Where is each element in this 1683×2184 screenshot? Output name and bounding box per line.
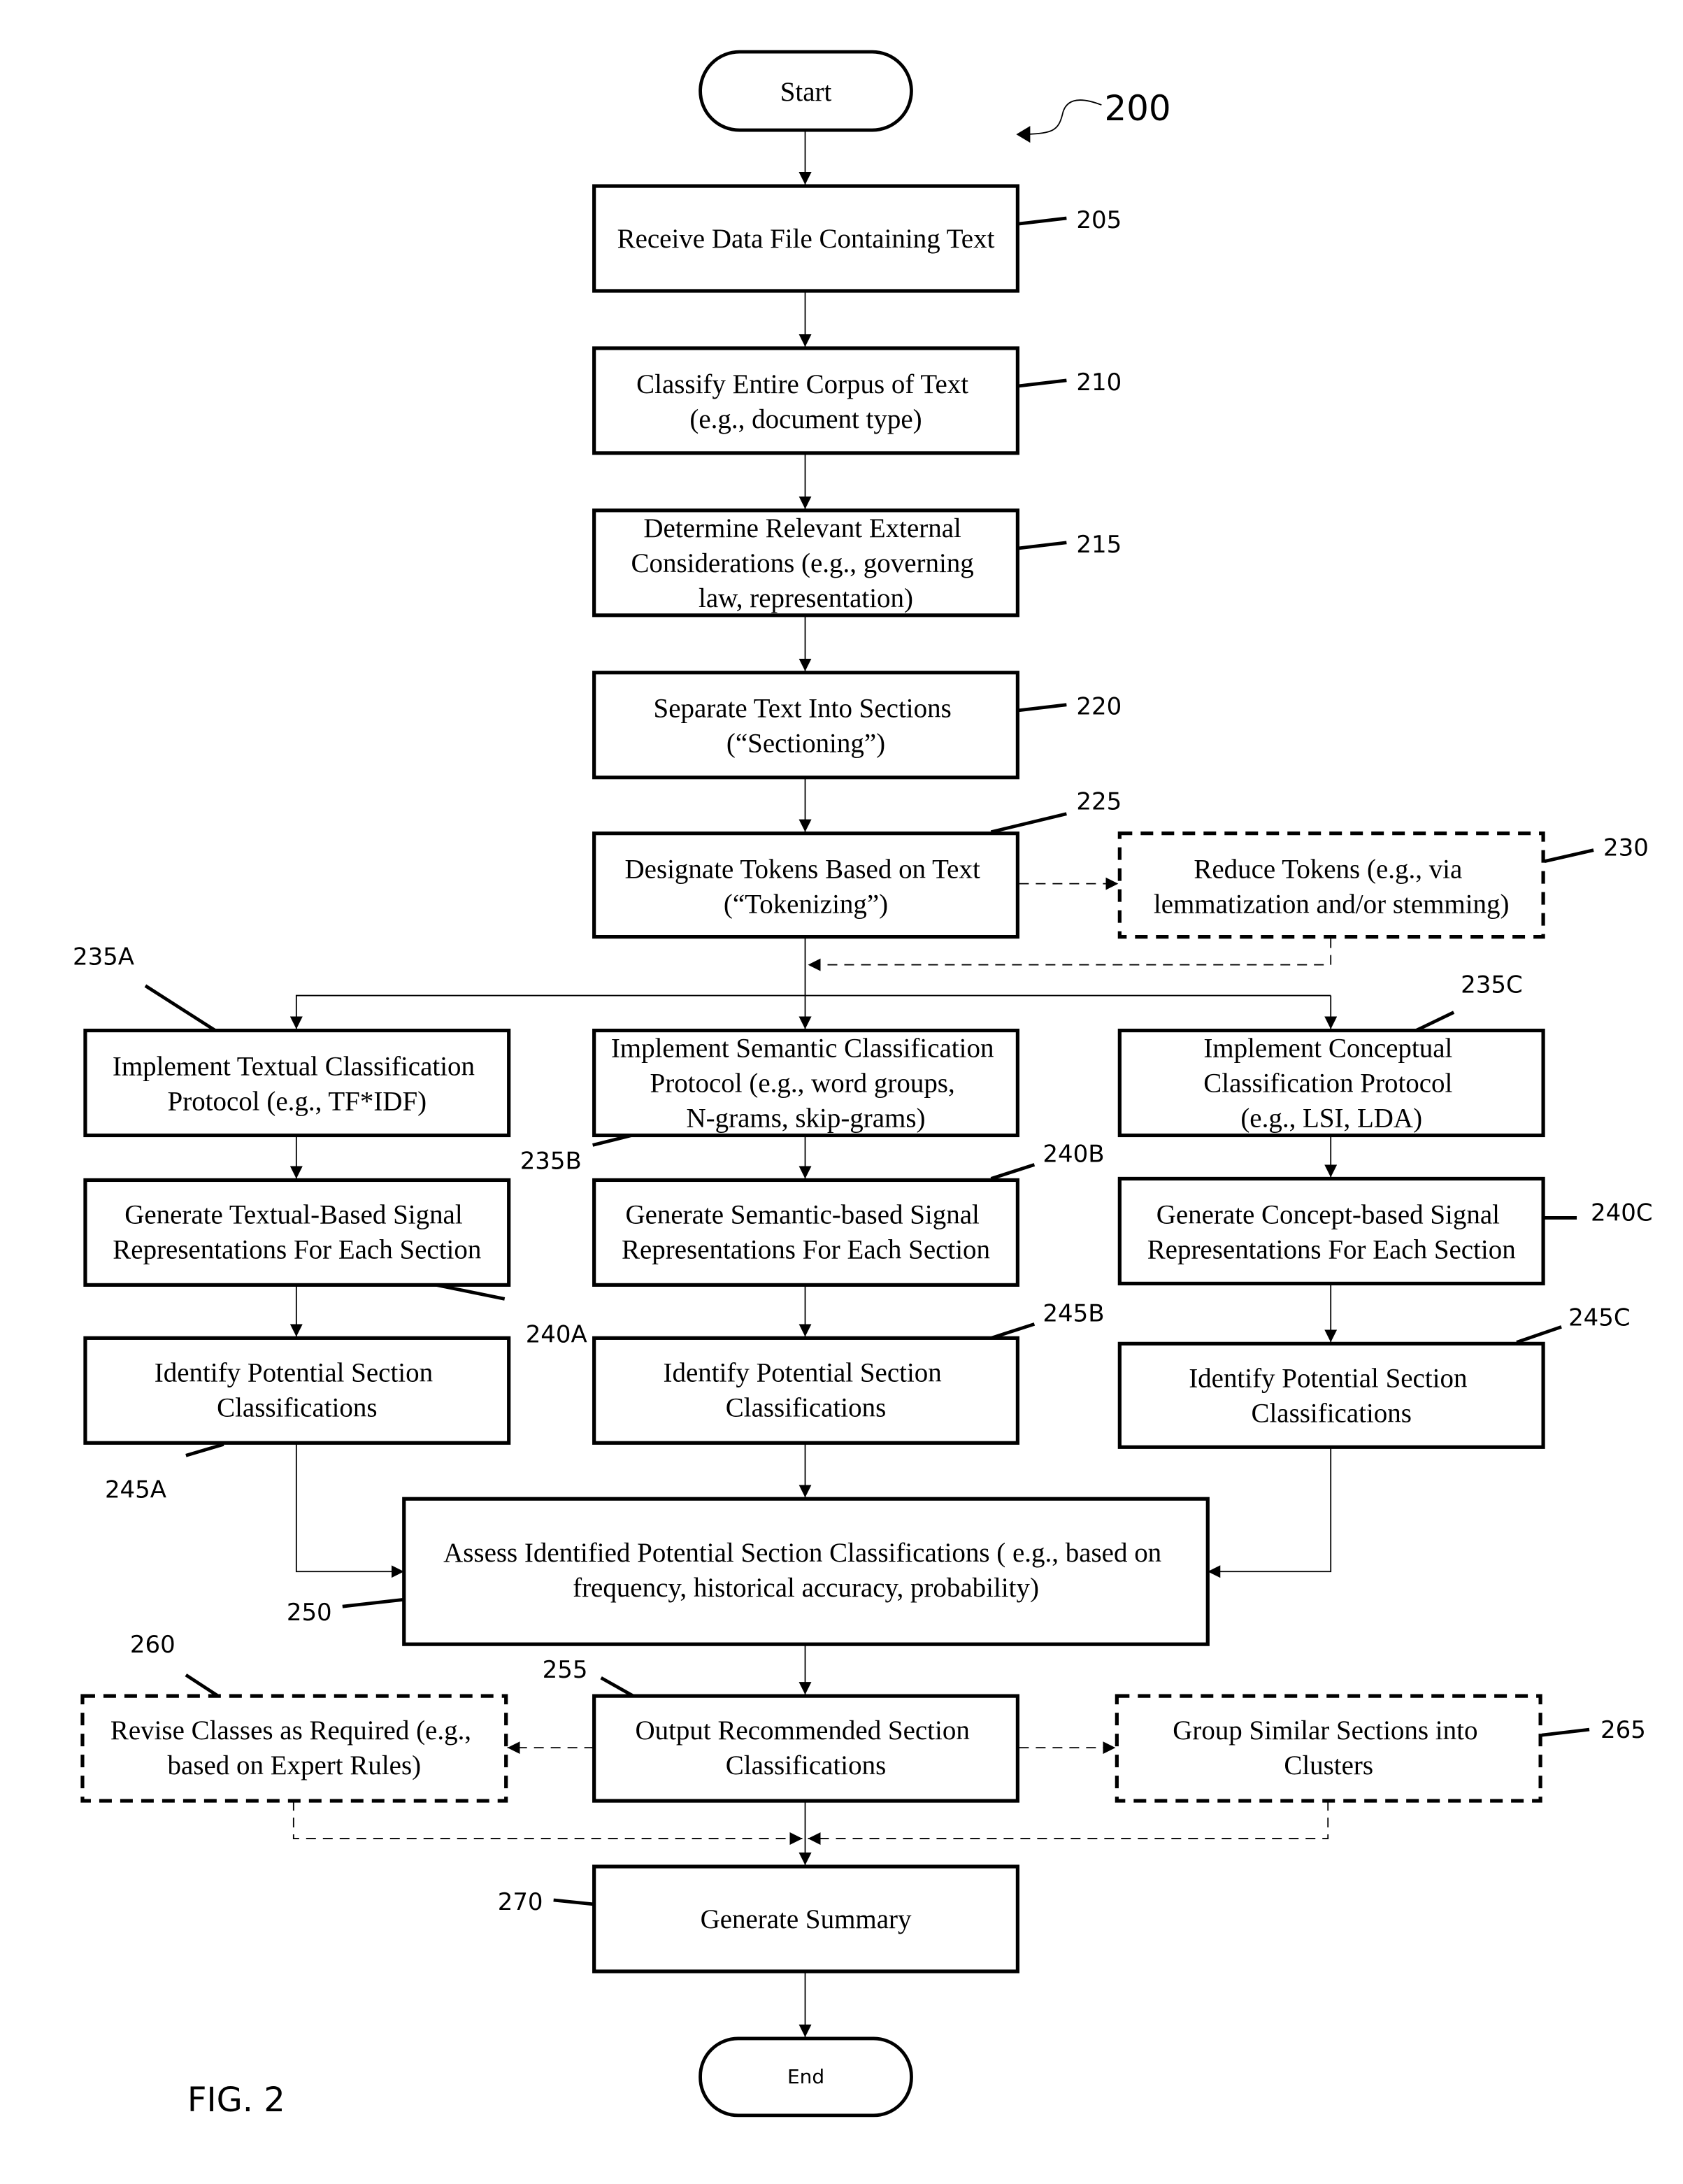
- start-terminal: Start: [699, 50, 913, 132]
- step-265-text-line2: Clusters: [1284, 1750, 1373, 1780]
- connector-245A-250: [295, 1443, 404, 1578]
- step-205-text: Receive Data File Containing Text: [617, 224, 995, 254]
- ref-230: 230: [1603, 834, 1649, 862]
- flowchart-canvas: Start 200 Receive Data File Containing T…: [73, 50, 1653, 2120]
- ref-240B: 240B: [1043, 1140, 1104, 1168]
- step-215-text-line1: Determine Relevant External: [643, 513, 961, 543]
- step-210-text-line1: Classify Entire Corpus of Text: [636, 369, 968, 399]
- step-245C-text-line1: Identify Potential Section: [1189, 1363, 1467, 1393]
- step-240B-text-line1: Generate Semantic-based Signal: [625, 1199, 980, 1229]
- step-220-text-line2: (“Sectioning”): [726, 729, 885, 759]
- step-230-text-line2: lemmatization and/or stemming): [1154, 890, 1510, 920]
- step-245B: Identify Potential Section Classificatio…: [592, 1336, 1019, 1445]
- connector-split-235A: [289, 994, 1331, 1029]
- step-250: Assess Identified Potential Section Clas…: [402, 1497, 1210, 1646]
- step-230-text-line1: Reduce Tokens (e.g., via: [1194, 855, 1462, 885]
- step-225: Designate Tokens Based on Text (“Tokeniz…: [592, 832, 1019, 939]
- start-label: Start: [780, 77, 832, 107]
- ref-225: 225: [1076, 788, 1122, 816]
- ref-265: 265: [1600, 1716, 1646, 1744]
- step-260-text-line2: based on Expert Rules): [168, 1750, 422, 1780]
- step-245A-text-line1: Identify Potential Section: [155, 1357, 433, 1387]
- end-label: End: [787, 2065, 824, 2088]
- connector-230-return: [808, 938, 1332, 971]
- step-215: Determine Relevant External Consideratio…: [592, 508, 1019, 618]
- step-240C-text-line2: Representations For Each Section: [1147, 1234, 1516, 1264]
- step-255: Output Recommended Section Classificatio…: [592, 1694, 1019, 1803]
- step-255-text-line1: Output Recommended Section: [635, 1715, 969, 1746]
- ref-240A: 240A: [526, 1320, 587, 1348]
- step-220: Separate Text Into Sections (“Sectioning…: [592, 671, 1019, 780]
- step-245B-text-line2: Classifications: [726, 1392, 886, 1422]
- step-240C: Generate Concept-based Signal Representa…: [1117, 1176, 1545, 1285]
- step-260-text-line1: Revise Classes as Required (e.g.,: [110, 1715, 471, 1746]
- step-235A-text-line1: Implement Textual Classification: [113, 1052, 475, 1082]
- step-250-text-line1: Assess Identified Potential Section Clas…: [443, 1538, 1161, 1568]
- ref-235A: 235A: [73, 943, 134, 971]
- ref-215: 215: [1076, 531, 1122, 559]
- step-245C-text-line2: Classifications: [1251, 1398, 1411, 1428]
- figure-reference-200: 200: [1016, 88, 1171, 143]
- svg-text:Generate Summary: Generate Summary: [701, 1904, 912, 1934]
- figure-label: FIG. 2: [187, 2080, 285, 2120]
- figure-reference-number: 200: [1104, 88, 1170, 129]
- ref-235C: 235C: [1461, 971, 1523, 999]
- step-240C-text-line1: Generate Concept-based Signal: [1156, 1199, 1500, 1229]
- step-245A-text-line2: Classifications: [217, 1392, 377, 1422]
- ref-220: 220: [1076, 693, 1122, 721]
- ref-205: 205: [1076, 206, 1122, 234]
- step-260-optional: Revise Classes as Required (e.g., based …: [80, 1694, 508, 1803]
- connector-245C-250: [1208, 1447, 1332, 1578]
- ref-210: 210: [1076, 369, 1122, 397]
- step-225-text-line2: (“Tokenizing”): [724, 890, 888, 920]
- step-240B: Generate Semantic-based Signal Represent…: [592, 1178, 1019, 1287]
- step-215-text-line3: law, representation): [699, 583, 913, 613]
- step-210: Classify Entire Corpus of Text (e.g., do…: [592, 346, 1019, 455]
- figure-reference-arrow: [1016, 126, 1031, 143]
- step-210-text-line2: (e.g., document type): [689, 404, 922, 434]
- ref-270: 270: [498, 1888, 543, 1916]
- step-235B: Implement Semantic Classification Protoc…: [592, 1028, 1019, 1138]
- step-240B-text-line2: Representations For Each Section: [622, 1234, 990, 1264]
- ref-245B: 245B: [1043, 1299, 1104, 1327]
- step-235A-text-line2: Protocol (e.g., TF*IDF): [168, 1086, 427, 1116]
- ref-260: 260: [130, 1631, 176, 1659]
- step-245C: Identify Potential Section Classificatio…: [1117, 1341, 1545, 1449]
- ref-245A: 245A: [105, 1476, 166, 1504]
- step-235C-text-line2: Classification Protocol: [1203, 1069, 1452, 1099]
- connector-260-return: [292, 1801, 803, 1846]
- step-265-text-line1: Group Similar Sections into: [1173, 1715, 1477, 1746]
- step-240A-text-line1: Generate Textual-Based Signal: [124, 1199, 463, 1229]
- step-235C-text-line1: Implement Conceptual: [1203, 1034, 1452, 1064]
- step-235B-text-line2: Protocol (e.g., word groups,: [650, 1069, 955, 1099]
- connector-265-return: [808, 1801, 1329, 1846]
- ref-255: 255: [543, 1656, 588, 1684]
- svg-text:Receive Data File Containing T: Receive Data File Containing Text: [617, 224, 995, 254]
- step-235B-text-line3: N-grams, skip-grams): [687, 1103, 926, 1133]
- step-225-text-line1: Designate Tokens Based on Text: [625, 855, 980, 885]
- step-215-text-line2: Considerations (e.g., governing: [631, 548, 974, 578]
- ref-240C: 240C: [1591, 1199, 1653, 1227]
- ref-235B: 235B: [520, 1147, 582, 1175]
- ref-245C: 245C: [1568, 1304, 1631, 1332]
- step-265-optional: Group Similar Sections into Clusters: [1115, 1694, 1542, 1803]
- step-255-text-line2: Classifications: [726, 1750, 886, 1780]
- step-245A: Identify Potential Section Classificatio…: [83, 1336, 511, 1445]
- step-235C: Implement Conceptual Classification Prot…: [1117, 1028, 1545, 1138]
- step-230-optional: Reduce Tokens (e.g., via lemmatization a…: [1117, 832, 1545, 939]
- step-235B-text-line1: Implement Semantic Classification: [611, 1034, 994, 1064]
- step-235A: Implement Textual Classification Protoco…: [83, 1028, 511, 1138]
- step-240A: Generate Textual-Based Signal Representa…: [83, 1178, 511, 1287]
- svg-text:Implement Conceptual Cla: Implement Conceptual Classification Prot…: [1203, 1034, 1459, 1134]
- step-270-text: Generate Summary: [701, 1904, 912, 1934]
- step-235C-text-line3: (e.g., LSI, LDA): [1240, 1103, 1422, 1133]
- step-270: Generate Summary: [592, 1864, 1019, 1974]
- step-245B-text-line1: Identify Potential Section: [664, 1357, 942, 1387]
- end-terminal: End: [699, 2036, 913, 2118]
- step-205: Receive Data File Containing Text: [592, 184, 1019, 293]
- step-240A-text-line2: Representations For Each Section: [113, 1234, 481, 1264]
- ref-250: 250: [287, 1599, 332, 1627]
- step-220-text-line1: Separate Text Into Sections: [654, 694, 952, 724]
- step-250-text-line2: frequency, historical accuracy, probabil…: [573, 1573, 1039, 1603]
